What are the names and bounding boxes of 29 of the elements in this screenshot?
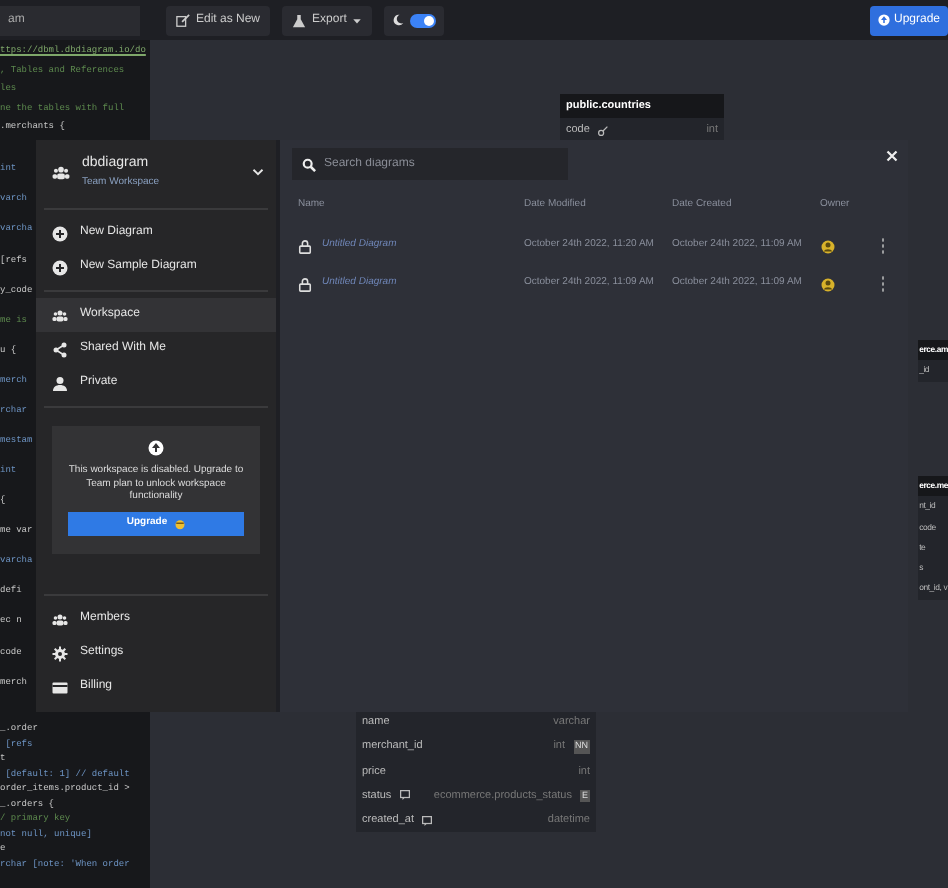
key-icon (597, 125, 608, 136)
close-icon[interactable] (886, 150, 898, 162)
more-options-icon[interactable] (880, 238, 886, 254)
team-icon (52, 163, 70, 181)
edit-icon (176, 13, 190, 27)
note-icon (422, 815, 432, 826)
search-icon (302, 157, 316, 171)
upload-icon (148, 440, 164, 456)
credit-card-icon (52, 679, 68, 695)
lock-icon (298, 277, 312, 291)
team-icon (52, 307, 68, 323)
note-icon (399, 790, 410, 801)
team-icon (52, 611, 68, 627)
flask-icon (292, 13, 307, 27)
gear-icon (52, 645, 68, 661)
chevron-down-icon (252, 166, 264, 178)
avatar-icon (820, 276, 836, 292)
share-icon (52, 341, 68, 357)
more-options-icon[interactable] (880, 276, 886, 292)
lock-icon (298, 239, 312, 253)
emoji-icon (173, 517, 186, 529)
caret-icon (352, 15, 363, 25)
avatar-icon (820, 238, 836, 254)
plus-circle-icon (52, 259, 68, 275)
moon-icon (392, 14, 405, 26)
plus-circle-icon (52, 225, 68, 241)
upgrade-icon (877, 14, 890, 26)
person-icon (52, 375, 68, 391)
theme-toggle[interactable] (384, 5, 445, 35)
